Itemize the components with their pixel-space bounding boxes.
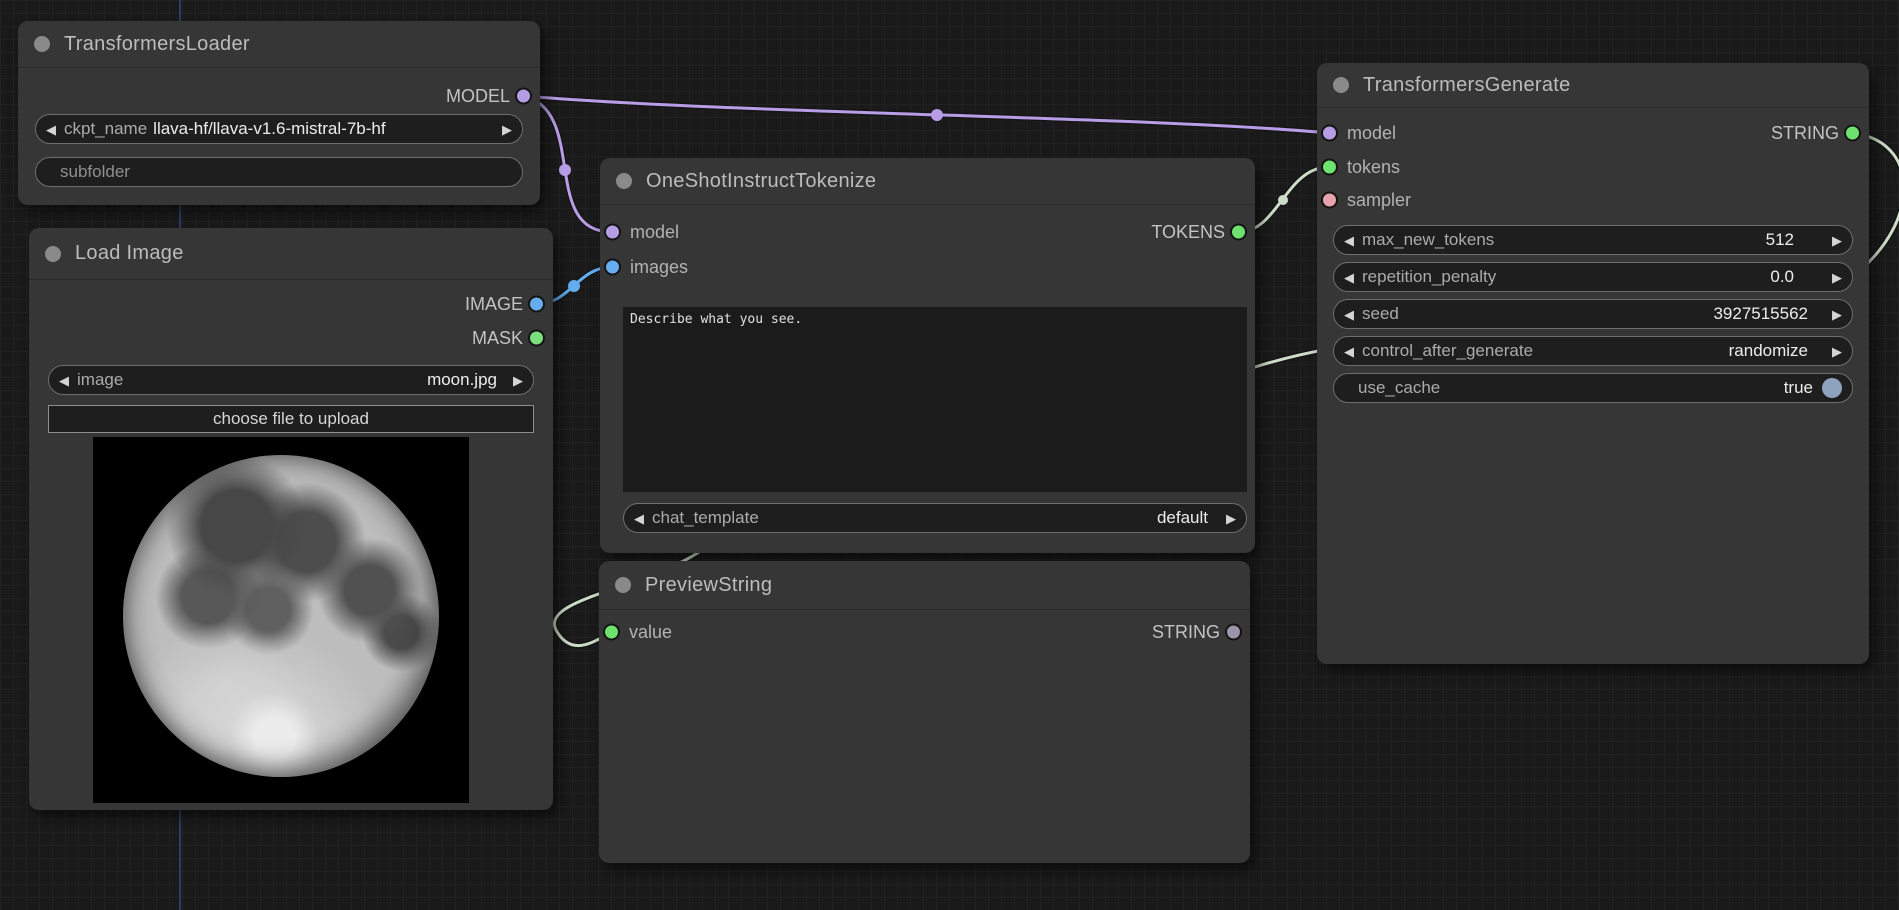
port-row-tokens: tokens: [1317, 152, 1869, 182]
widget-value: 3927515562: [1713, 304, 1808, 324]
output-port-row-image: IMAGE: [29, 289, 553, 319]
mask-output-port[interactable]: [530, 332, 543, 345]
increment-arrow-icon[interactable]: ▶: [1832, 271, 1842, 284]
increment-arrow-icon[interactable]: ▶: [1832, 345, 1842, 358]
sampler-input-port[interactable]: [1323, 194, 1336, 207]
node-title: TransformersGenerate: [1363, 74, 1571, 97]
image-preview: [93, 437, 469, 803]
control-after-generate-widget[interactable]: ◀ control_after_generate randomize ▶: [1333, 336, 1853, 366]
node-header[interactable]: Load Image: [29, 228, 553, 280]
decrement-arrow-icon[interactable]: ◀: [1344, 345, 1354, 358]
increment-arrow-icon[interactable]: ▶: [513, 374, 523, 387]
port-row-images: images: [600, 252, 1255, 282]
widget-label: subfolder: [60, 162, 130, 182]
node-header[interactable]: TransformersLoader: [18, 21, 540, 68]
widget-value: 0.0: [1770, 267, 1794, 287]
link-midpoint-dot[interactable]: [568, 280, 580, 292]
output-port-row-mask: MASK: [29, 323, 553, 353]
tokens-input-port[interactable]: [1323, 161, 1336, 174]
widget-value: moon.jpg: [427, 370, 497, 390]
choose-file-button[interactable]: choose file to upload: [48, 405, 534, 433]
widget-value: true: [1784, 378, 1813, 398]
node-oneshot-instruct-tokenize[interactable]: OneShotInstructTokenize model TOKENS ima…: [600, 158, 1255, 553]
moon-image: [123, 455, 439, 777]
image-output-port[interactable]: [530, 298, 543, 311]
subfolder-widget[interactable]: subfolder: [35, 157, 523, 187]
collapse-dot-icon[interactable]: [1333, 77, 1349, 93]
node-header[interactable]: PreviewString: [599, 561, 1250, 610]
image-file-widget[interactable]: ◀ image moon.jpg ▶: [48, 365, 534, 395]
widget-label: seed: [1362, 304, 1399, 324]
node-header[interactable]: TransformersGenerate: [1317, 63, 1869, 108]
model-output-port[interactable]: [517, 90, 530, 103]
decrement-arrow-icon[interactable]: ◀: [1344, 308, 1354, 321]
chat-template-widget[interactable]: ◀ chat_template default ▶: [623, 503, 1247, 533]
collapse-dot-icon[interactable]: [616, 173, 632, 189]
seed-widget[interactable]: ◀ seed 3927515562 ▶: [1333, 299, 1853, 329]
widget-label: chat_template: [652, 508, 759, 528]
string-output-port[interactable]: [1846, 127, 1859, 140]
widget-label: image: [77, 370, 123, 390]
toggle-on-icon[interactable]: [1822, 378, 1842, 398]
widget-label: use_cache: [1358, 378, 1440, 398]
decrement-arrow-icon[interactable]: ◀: [634, 512, 644, 525]
ckpt-name-widget[interactable]: ◀ ckpt_name llava-hf/llava-v1.6-mistral-…: [35, 114, 523, 144]
widget-value: 512: [1766, 230, 1794, 250]
images-input-port[interactable]: [606, 261, 619, 274]
decrement-arrow-icon[interactable]: ◀: [46, 123, 56, 136]
node-title: PreviewString: [645, 574, 772, 597]
widget-value: default: [1157, 508, 1208, 528]
widget-label: control_after_generate: [1362, 341, 1533, 361]
decrement-arrow-icon[interactable]: ◀: [1344, 234, 1354, 247]
widget-value: randomize: [1729, 341, 1808, 361]
increment-arrow-icon[interactable]: ▶: [1226, 512, 1236, 525]
node-graph-canvas[interactable]: TransformersLoader MODEL ◀ ckpt_name lla…: [0, 0, 1899, 910]
string-output-port[interactable]: [1227, 626, 1240, 639]
node-title: Load Image: [75, 242, 184, 265]
port-row-sampler: sampler: [1317, 185, 1869, 215]
node-transformers-generate[interactable]: TransformersGenerate model STRING tokens…: [1317, 63, 1869, 664]
output-port-row-model: MODEL: [18, 81, 540, 111]
decrement-arrow-icon[interactable]: ◀: [59, 374, 69, 387]
node-load-image[interactable]: Load Image IMAGE MASK ◀ image moon.jpg ▶…: [29, 228, 553, 810]
widget-label: ckpt_name: [64, 119, 147, 139]
collapse-dot-icon[interactable]: [45, 246, 61, 262]
node-title: TransformersLoader: [64, 33, 250, 56]
widget-label: repetition_penalty: [1362, 267, 1496, 287]
tokens-output-port[interactable]: [1232, 226, 1245, 239]
link-midpoint-dot[interactable]: [931, 109, 943, 121]
value-input-port[interactable]: [605, 626, 618, 639]
port-row-model-string: model STRING: [1317, 118, 1869, 148]
node-header[interactable]: OneShotInstructTokenize: [600, 158, 1255, 205]
collapse-dot-icon[interactable]: [34, 36, 50, 52]
link-midpoint-dot[interactable]: [1278, 195, 1288, 205]
model-input-port[interactable]: [1323, 127, 1336, 140]
widget-value: llava-hf/llava-v1.6-mistral-7b-hf: [153, 119, 385, 139]
increment-arrow-icon[interactable]: ▶: [1832, 234, 1842, 247]
use-cache-toggle-widget[interactable]: use_cache true: [1333, 373, 1853, 403]
decrement-arrow-icon[interactable]: ◀: [1344, 271, 1354, 284]
collapse-dot-icon[interactable]: [615, 577, 631, 593]
prompt-text-area[interactable]: Describe what you see.: [623, 307, 1247, 492]
increment-arrow-icon[interactable]: ▶: [1832, 308, 1842, 321]
node-preview-string[interactable]: PreviewString value STRING: [599, 561, 1250, 863]
node-transformers-loader[interactable]: TransformersLoader MODEL ◀ ckpt_name lla…: [18, 21, 540, 205]
increment-arrow-icon[interactable]: ▶: [502, 123, 512, 136]
widget-label: max_new_tokens: [1362, 230, 1494, 250]
model-input-port[interactable]: [606, 226, 619, 239]
repetition-penalty-widget[interactable]: ◀ repetition_penalty 0.0 ▶: [1333, 262, 1853, 292]
node-title: OneShotInstructTokenize: [646, 170, 876, 193]
link-midpoint-dot[interactable]: [559, 164, 571, 176]
port-row-value-string: value STRING: [599, 617, 1250, 647]
max-new-tokens-widget[interactable]: ◀ max_new_tokens 512 ▶: [1333, 225, 1853, 255]
port-row-model-tokens: model TOKENS: [600, 217, 1255, 247]
